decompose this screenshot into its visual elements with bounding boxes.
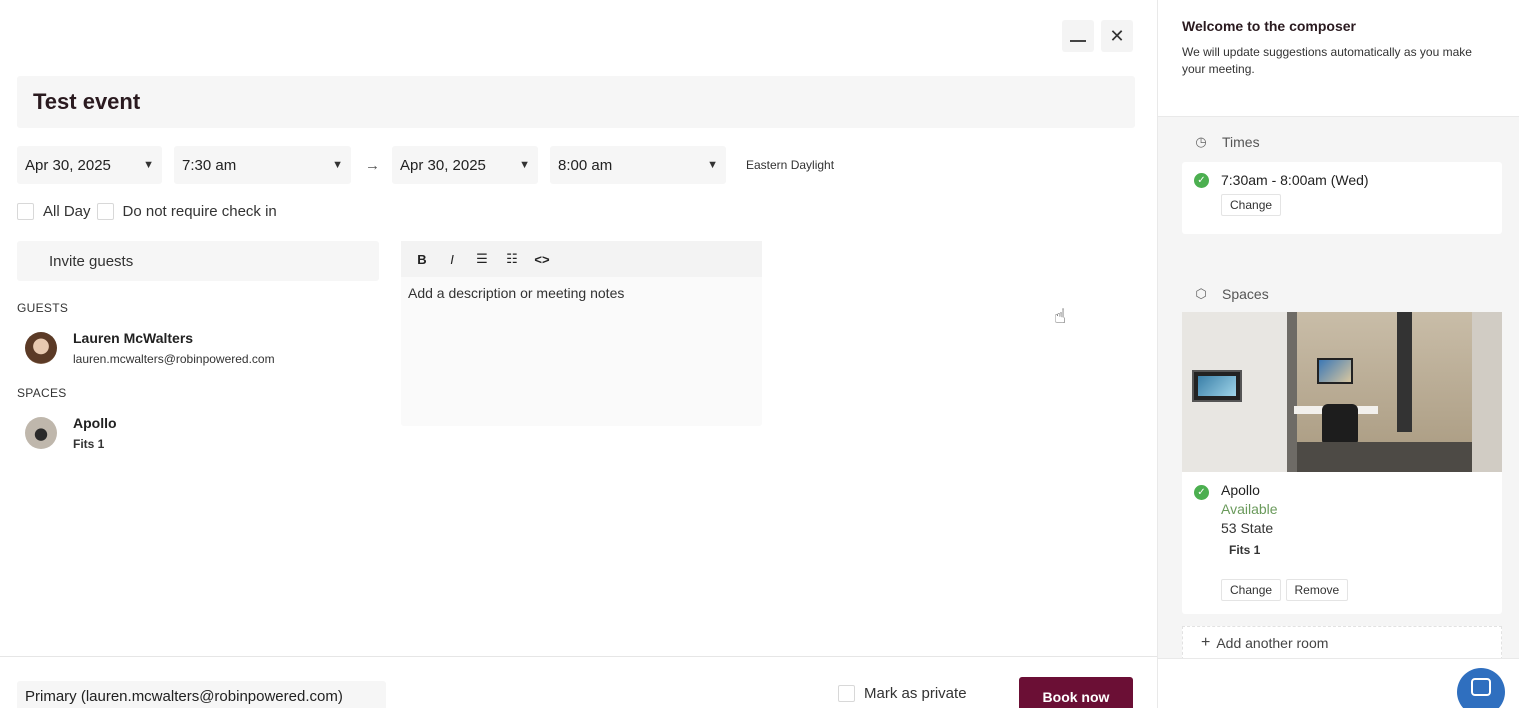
chevron-down-icon: ▼ bbox=[519, 159, 530, 171]
room-status: Available bbox=[1221, 501, 1278, 517]
change-room-button[interactable]: Change bbox=[1221, 579, 1282, 601]
space-item[interactable]: Apollo Fits 1 bbox=[25, 415, 117, 451]
calendar-select[interactable]: Primary (lauren.mcwalters@robinpowered.c… bbox=[17, 681, 386, 708]
suggested-time: 7:30am - 8:00am (Wed) bbox=[1221, 172, 1369, 188]
bullet-list-button[interactable]: ☰ bbox=[469, 247, 495, 271]
options-row: All Day Do not require check in bbox=[17, 203, 277, 220]
space-capacity: Fits 1 bbox=[73, 437, 105, 451]
minimize-icon bbox=[1070, 40, 1086, 42]
chat-launcher-button[interactable] bbox=[1457, 668, 1505, 708]
close-button[interactable]: ✕ bbox=[1101, 20, 1133, 52]
composer-main: ✕ Test event Apr 30, 2025 ▼ 7:30 am ▼ → … bbox=[0, 0, 1157, 708]
hand-cursor-icon: ☝ bbox=[1054, 306, 1067, 328]
guest-item[interactable]: Lauren McWalters lauren.mcwalters@robinp… bbox=[25, 330, 275, 366]
space-thumbnail bbox=[25, 417, 57, 449]
suggestions-panel: Welcome to the composer We will update s… bbox=[1157, 0, 1519, 708]
guest-email: lauren.mcwalters@robinpowered.com bbox=[73, 352, 275, 366]
avatar bbox=[25, 332, 57, 364]
remove-room-button[interactable]: Remove bbox=[1285, 579, 1349, 601]
private-label: Mark as private bbox=[864, 685, 967, 702]
no-checkin-label: Do not require check in bbox=[122, 203, 277, 220]
times-header: ◷ Times bbox=[1194, 134, 1260, 150]
guests-section-label: GUESTS bbox=[17, 301, 69, 315]
room-capacity: Fits 1 bbox=[1229, 543, 1261, 557]
composer-footer: Primary (lauren.mcwalters@robinpowered.c… bbox=[0, 656, 1157, 708]
event-title: Test event bbox=[33, 89, 141, 114]
private-option: Mark as private bbox=[838, 685, 967, 702]
room-name: Apollo bbox=[1221, 482, 1260, 498]
check-circle-icon: ✓ bbox=[1194, 172, 1209, 188]
italic-button[interactable]: I bbox=[439, 247, 465, 271]
chat-icon bbox=[1471, 678, 1491, 696]
end-date-select[interactable]: Apr 30, 2025 ▼ bbox=[392, 146, 538, 184]
minimize-button[interactable] bbox=[1062, 20, 1094, 52]
welcome-title: Welcome to the composer bbox=[1182, 18, 1357, 34]
cube-icon: ⬡ bbox=[1195, 286, 1207, 301]
plus-icon: + bbox=[1201, 634, 1211, 651]
code-button[interactable]: <> bbox=[529, 247, 555, 271]
check-circle-icon: ✓ bbox=[1194, 485, 1209, 500]
times-label: Times bbox=[1222, 134, 1260, 150]
change-time-button[interactable]: Change bbox=[1221, 194, 1282, 216]
time-suggestion-card: ✓ 7:30am - 8:00am (Wed) Change bbox=[1182, 162, 1502, 234]
add-room-label: Add another room bbox=[1216, 635, 1329, 651]
clock-icon: ◷ bbox=[1195, 134, 1207, 149]
bullet-list-icon: ☰ bbox=[476, 251, 488, 266]
ordered-list-button[interactable]: ☷ bbox=[499, 247, 525, 271]
invite-guests-placeholder: Invite guests bbox=[49, 252, 134, 270]
no-checkin-checkbox[interactable] bbox=[96, 203, 114, 220]
end-time-value: 8:00 am bbox=[558, 156, 613, 174]
description-placeholder: Add a description or meeting notes bbox=[408, 285, 625, 301]
add-room-button[interactable]: + Add another room bbox=[1182, 626, 1502, 660]
bold-button[interactable]: B bbox=[409, 247, 435, 271]
chevron-down-icon: ▼ bbox=[143, 159, 154, 171]
start-time-value: 7:30 am bbox=[182, 156, 237, 174]
description-editor[interactable]: B I ☰ ☷ <> Add a description or meeting … bbox=[401, 241, 762, 426]
timezone-label[interactable]: Eastern Daylight bbox=[746, 158, 834, 172]
event-title-input[interactable]: Test event bbox=[17, 76, 1135, 128]
guest-name: Lauren McWalters bbox=[73, 330, 194, 346]
calendar-value: Primary (lauren.mcwalters@robinpowered.c… bbox=[25, 687, 343, 705]
start-date-select[interactable]: Apr 30, 2025 ▼ bbox=[17, 146, 162, 184]
editor-toolbar: B I ☰ ☷ <> bbox=[401, 241, 762, 277]
arrow-right-icon: → bbox=[365, 156, 380, 174]
code-icon: <> bbox=[534, 251, 550, 267]
welcome-text: We will update suggestions automatically… bbox=[1182, 45, 1472, 76]
welcome-card: Welcome to the composer We will update s… bbox=[1158, 0, 1519, 117]
ordered-list-icon: ☷ bbox=[506, 251, 518, 266]
start-time-select[interactable]: 7:30 am ▼ bbox=[174, 146, 351, 184]
end-date-value: Apr 30, 2025 bbox=[400, 156, 486, 174]
chevron-down-icon: ▼ bbox=[332, 159, 343, 171]
spaces-label: Spaces bbox=[1222, 286, 1269, 302]
spaces-section-label: SPACES bbox=[17, 386, 67, 400]
chevron-down-icon: ▼ bbox=[707, 159, 718, 171]
end-time-select[interactable]: 8:00 am ▼ bbox=[550, 146, 726, 184]
all-day-label: All Day bbox=[43, 203, 91, 220]
datetime-row: Apr 30, 2025 ▼ 7:30 am ▼ → Apr 30, 2025 … bbox=[17, 146, 834, 184]
close-icon: ✕ bbox=[1109, 25, 1125, 46]
room-photo bbox=[1182, 312, 1502, 472]
spaces-header: ⬡ Spaces bbox=[1194, 286, 1269, 302]
room-location: 53 State bbox=[1221, 520, 1274, 536]
all-day-checkbox[interactable] bbox=[17, 203, 34, 220]
book-now-button[interactable]: Book now bbox=[1019, 677, 1133, 708]
space-suggestion-card: ✓ Apollo Available 53 State Fits 1 Chang… bbox=[1182, 312, 1502, 614]
space-name: Apollo bbox=[73, 415, 117, 431]
private-checkbox[interactable] bbox=[838, 685, 855, 702]
invite-guests-input[interactable]: Invite guests bbox=[17, 241, 379, 281]
start-date-value: Apr 30, 2025 bbox=[25, 156, 111, 174]
